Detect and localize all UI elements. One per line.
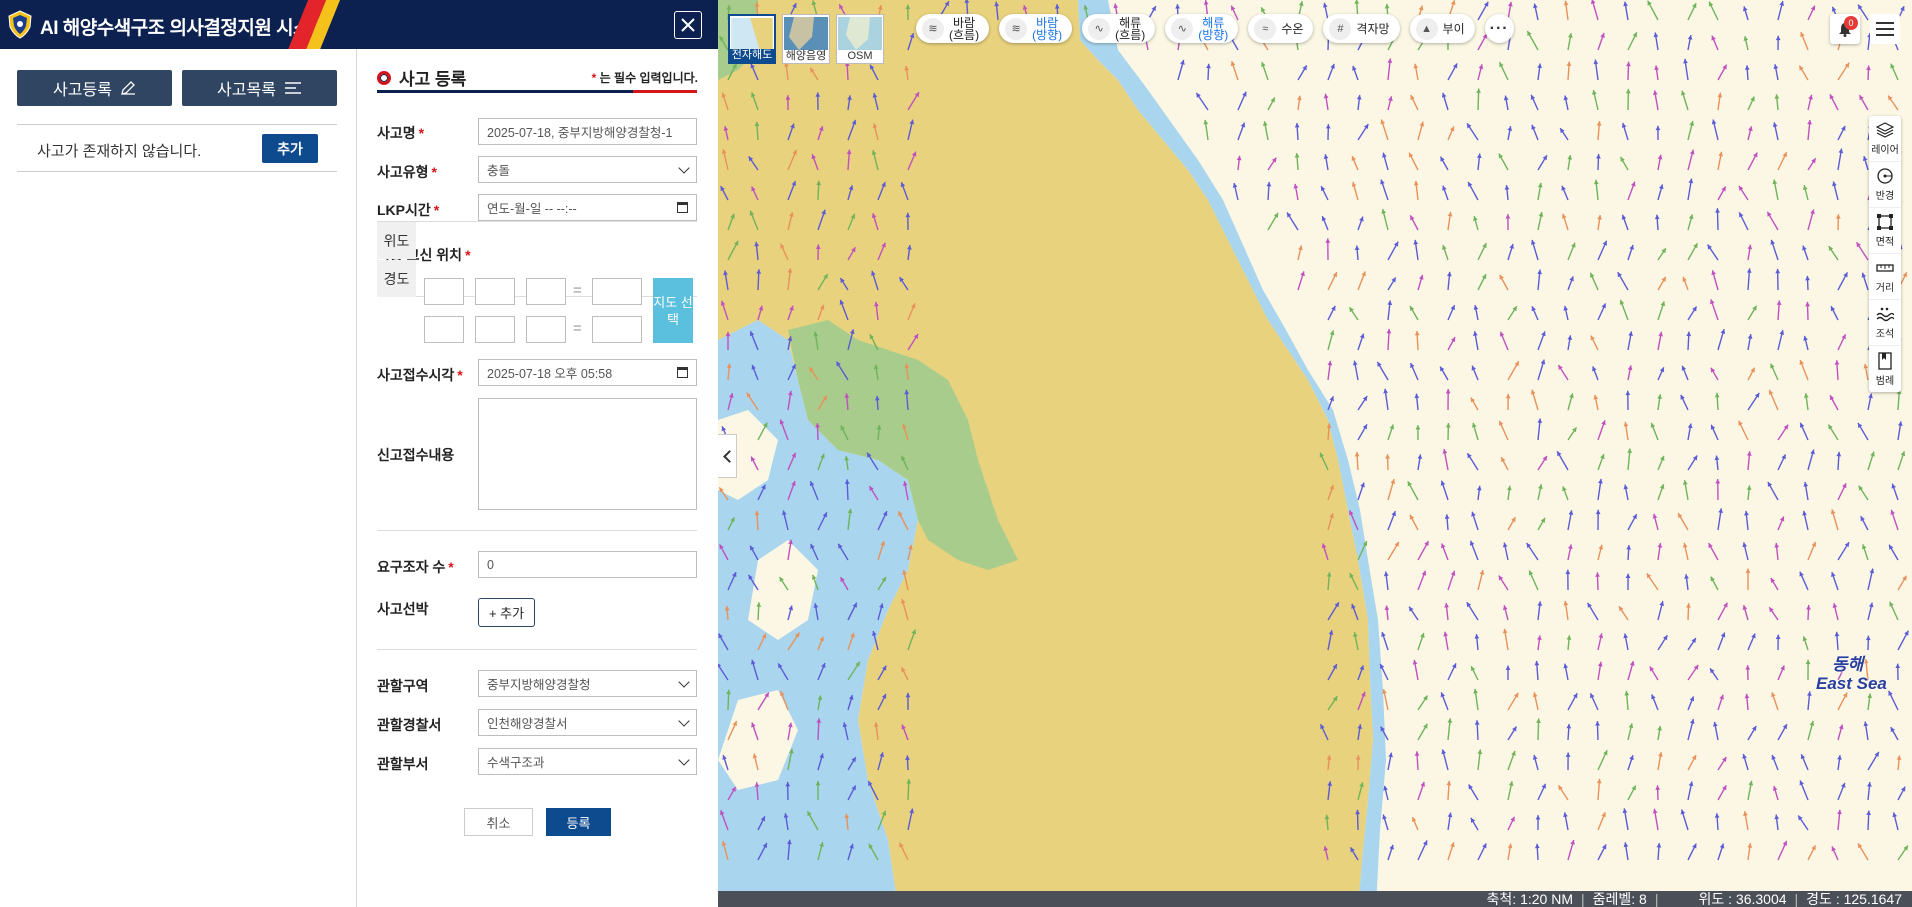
latitude-degree-input[interactable] bbox=[424, 278, 464, 305]
app-title: AI 해양수색구조 의사결정지원 시스템 bbox=[40, 18, 328, 39]
wave-icon: ∿ bbox=[1171, 17, 1194, 40]
accident-register-form: 사고 등록 * 는 필수 입력입니다. 사고명 * 2025-07-18, 중부지… bbox=[358, 49, 718, 907]
tool-legend[interactable]: 범례 bbox=[1869, 346, 1901, 392]
app-root: AI 해양수색구조 의사결정지원 시스템 사고등록 사고목록 사고가 존재하지 … bbox=[0, 0, 1912, 907]
map-canvas[interactable]: 동해 East Sea bbox=[718, 0, 1912, 907]
lkp-time-label: LKP시간 * bbox=[377, 202, 440, 218]
layer-wind-direction[interactable]: ≋ 바람 (방향) bbox=[999, 14, 1073, 43]
layers-icon bbox=[1876, 122, 1894, 138]
tool-distance[interactable]: 거리 bbox=[1869, 254, 1901, 300]
basemap-ocean-shade[interactable]: 해양음영 bbox=[782, 14, 830, 64]
empty-message: 사고가 존재하지 않습니다. bbox=[37, 143, 202, 160]
layer-water-temp[interactable]: ≈ 수온 bbox=[1248, 14, 1314, 43]
add-accident-button[interactable]: 추가 bbox=[262, 134, 318, 163]
lkp-time-input[interactable]: 연도-월-일 -- --:-- bbox=[478, 194, 697, 221]
list-icon bbox=[284, 82, 301, 94]
radius-icon bbox=[1877, 168, 1893, 184]
longitude-readout: 경도 : 125.1647 bbox=[1806, 891, 1902, 907]
notification-badge: 0 bbox=[1844, 16, 1858, 30]
calendar-icon bbox=[677, 202, 688, 213]
layer-wind-flow[interactable]: ≋ 바람 (흐름) bbox=[916, 14, 990, 43]
latitude-second-input[interactable] bbox=[526, 278, 566, 305]
register-accident-button[interactable]: 사고등록 bbox=[17, 70, 172, 106]
accident-type-select[interactable]: 충돌 bbox=[478, 156, 697, 183]
latitude-readout: 위도 : 36.3004 bbox=[1698, 891, 1787, 907]
area-icon bbox=[1877, 214, 1893, 230]
layer-current-direction[interactable]: ∿ 해류 (방향) bbox=[1165, 14, 1239, 43]
longitude-degree-input[interactable] bbox=[424, 316, 464, 343]
longitude-decimal-input[interactable] bbox=[592, 316, 642, 343]
map-status-bar: 축척: 1:20 NM | 줌레벨: 8 | 위도 : 36.3004 | 경도… bbox=[718, 891, 1912, 907]
more-layers-button[interactable]: ··· bbox=[1484, 14, 1514, 43]
accident-type-label: 사고유형 * bbox=[377, 164, 437, 180]
chevron-left-icon bbox=[722, 449, 736, 463]
hamburger-menu-icon[interactable] bbox=[1870, 14, 1900, 44]
title-marker-icon bbox=[377, 70, 391, 85]
accident-name-input[interactable]: 2025-07-18, 중부지방해양경찰청-1 bbox=[478, 118, 697, 145]
notification-button[interactable]: 0 bbox=[1830, 14, 1860, 44]
enc-thumbnail-icon bbox=[731, 18, 773, 49]
thermometer-icon: ≈ bbox=[1254, 17, 1277, 40]
coast-guard-emblem-icon bbox=[8, 10, 32, 39]
basemap-osm[interactable]: OSM bbox=[836, 14, 884, 64]
accident-list-panel: 사고등록 사고목록 사고가 존재하지 않습니다. 추가 bbox=[0, 49, 357, 907]
buoy-icon: ▲ bbox=[1415, 17, 1438, 40]
legend-icon bbox=[1878, 351, 1892, 370]
layer-toggle-bar: ≋ 바람 (흐름) ≋ 바람 (방향) ∿ 해류 (흐름) ∿ 해류 (방향) ≈ 수온 … bbox=[916, 14, 1514, 43]
osm-thumbnail-icon bbox=[838, 17, 882, 50]
longitude-second-input[interactable] bbox=[526, 316, 566, 343]
map-tools: 레이어 반경 면적 거리 조석 범례 bbox=[1869, 116, 1901, 392]
tool-radius[interactable]: 반경 bbox=[1869, 162, 1901, 208]
ruler-icon bbox=[1876, 264, 1894, 272]
form-title: 사고 등록 bbox=[377, 65, 466, 90]
grid-icon: # bbox=[1329, 17, 1352, 40]
tool-area[interactable]: 면적 bbox=[1869, 208, 1901, 254]
tool-layers[interactable]: 레이어 bbox=[1869, 116, 1901, 162]
chevron-down-icon bbox=[678, 161, 690, 174]
layer-current-flow[interactable]: ∿ 해류 (흐름) bbox=[1082, 14, 1156, 43]
layer-grid[interactable]: # 격자망 bbox=[1323, 14, 1400, 43]
latitude-decimal-input[interactable] bbox=[592, 278, 642, 305]
wave-icon: ∿ bbox=[1088, 17, 1111, 40]
map-select-button[interactable]: 지도 선택 bbox=[653, 278, 693, 343]
scale-readout: 축척: 1:20 NM bbox=[1486, 891, 1573, 907]
accident-list-button[interactable]: 사고목록 bbox=[182, 70, 337, 106]
zoom-readout: 줌레벨: 8 bbox=[1592, 891, 1647, 907]
tide-icon bbox=[1876, 307, 1894, 322]
map-label-east-sea: East Sea bbox=[1816, 674, 1887, 693]
layer-buoy[interactable]: ▲ 부이 bbox=[1409, 14, 1475, 43]
pencil-icon bbox=[121, 81, 135, 95]
latitude-label: 위도 bbox=[377, 222, 416, 259]
nautical-chart bbox=[718, 0, 1912, 907]
app-header: AI 해양수색구조 의사결정지원 시스템 bbox=[0, 0, 718, 49]
collapse-panel-button[interactable] bbox=[718, 434, 737, 478]
map-label-donghae: 동해 bbox=[1832, 655, 1864, 674]
accident-name-label: 사고명 * bbox=[377, 125, 425, 141]
wind-icon: ≋ bbox=[1005, 17, 1028, 40]
longitude-minute-input[interactable] bbox=[475, 316, 515, 343]
longitude-label: 경도 bbox=[377, 260, 416, 297]
required-note: * 는 필수 입력입니다. bbox=[591, 71, 698, 85]
latitude-minute-input[interactable] bbox=[475, 278, 515, 305]
tool-tide[interactable]: 조석 bbox=[1869, 300, 1901, 346]
basemap-selector: 전자해도 해양음영 OSM bbox=[728, 14, 884, 64]
close-icon[interactable] bbox=[674, 11, 702, 39]
ocean-shade-thumbnail-icon bbox=[784, 17, 828, 50]
wind-icon: ≋ bbox=[922, 17, 944, 40]
basemap-enc[interactable]: 전자해도 bbox=[728, 14, 776, 64]
